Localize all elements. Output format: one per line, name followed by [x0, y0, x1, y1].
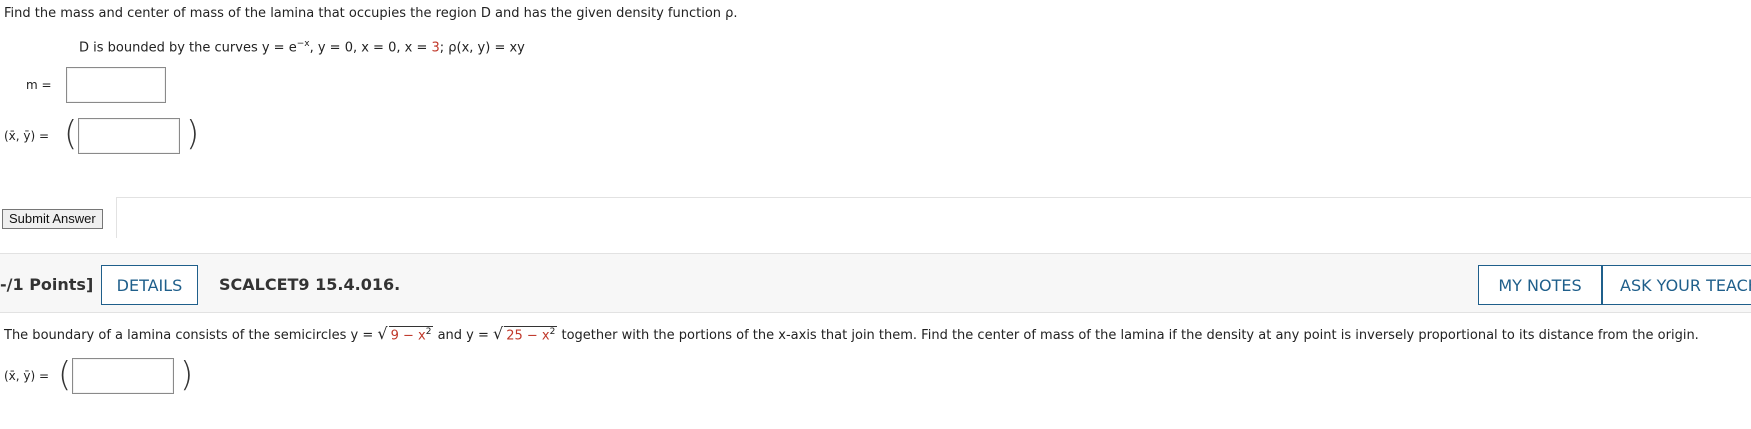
center-of-mass-label-2: (x̄, ȳ) = [4, 369, 50, 383]
question-2-text: The boundary of a lamina consists of the… [4, 324, 1699, 343]
region-mid: , y = 0, x = 0, x = [309, 40, 432, 56]
left-paren-2: ( [58, 355, 72, 395]
center-of-mass-label: (x̄, ȳ) = [4, 129, 50, 143]
radicand-2: 25 − x [506, 328, 550, 343]
region-definition: D is bounded by the curves y = e−x, y = … [79, 39, 525, 55]
radicand-1: 9 − x [390, 328, 426, 343]
region-suffix: ; ρ(x, y) = xy [439, 40, 525, 56]
q2-text-a: The boundary of a lamina consists of the… [4, 328, 374, 343]
radicand-1-exp: 2 [425, 326, 432, 337]
details-button[interactable]: DETAILS [101, 265, 198, 305]
right-paren-2: ) [180, 355, 194, 395]
center-of-mass-input[interactable] [78, 118, 180, 154]
region-prefix: D is bounded by the curves y = e [79, 40, 297, 56]
center-of-mass-input-2[interactable] [72, 358, 174, 394]
question-prompt: Find the mass and center of mass of the … [4, 6, 738, 21]
left-paren: ( [64, 114, 78, 154]
sqrt-icon: √ [493, 324, 504, 343]
q2-text-c: together with the portions of the x-axis… [561, 328, 1699, 343]
mass-label: m = [26, 78, 52, 92]
points-label: -/1 Points] [0, 275, 94, 294]
question-code: SCALCET9 15.4.016. [219, 275, 401, 294]
right-paren: ) [186, 114, 200, 154]
answer-separator [116, 197, 1751, 238]
submit-answer-button[interactable]: Submit Answer [2, 209, 103, 229]
q2-text-b: and y = [437, 328, 489, 343]
region-given-value: 3 [431, 40, 440, 56]
sqrt-icon: √ [377, 324, 388, 343]
region-exponent: −x [296, 39, 310, 49]
mass-input[interactable] [66, 67, 166, 103]
my-notes-button[interactable]: MY NOTES [1478, 265, 1602, 305]
radicand-2-exp: 2 [549, 326, 556, 337]
ask-your-teacher-button[interactable]: ASK YOUR TEACH [1602, 265, 1751, 305]
